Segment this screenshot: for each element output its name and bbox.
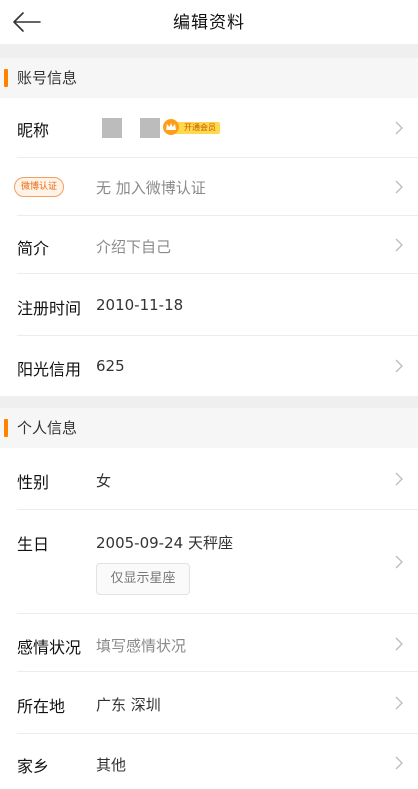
chevron-right-icon [395,637,403,651]
weibo-verify-badge: 微博认证 [14,177,65,197]
hometown-label: 家乡 [17,757,50,776]
bio-label: 简介 [17,239,50,258]
chevron-right-icon [395,180,403,194]
birthday-value: 2005-09-24 天秤座 [96,534,233,552]
section-accent-bar [4,419,8,437]
gender-value: 女 [96,472,112,490]
section-header-personal: 个人信息 [0,408,418,448]
verification-row[interactable]: 微博认证 无 加入微博认证 [0,158,418,216]
gender-label: 性别 [17,473,50,492]
bio-row[interactable]: 简介 介绍下自己 [0,216,418,274]
nickname-redacted-block [140,118,160,138]
birthday-label: 生日 [17,535,50,554]
birthday-row[interactable]: 生日 2005-09-24 天秤座 [0,510,418,614]
gender-row[interactable]: 性别 女 [0,448,418,510]
section-title-personal: 个人信息 [17,419,78,437]
vip-badge[interactable]: 开通会员 [160,118,220,136]
hometown-row[interactable]: 家乡 其他 [0,734,418,789]
separator-band [0,396,418,408]
verification-value: 无 加入微博认证 [96,179,206,197]
chevron-right-icon [395,359,403,373]
location-label: 所在地 [17,697,66,716]
location-row[interactable]: 所在地 广东 深圳 [0,672,418,734]
page-title: 编辑资料 [173,13,245,33]
section-title-account: 账号信息 [17,69,78,87]
top-bar: 编辑资料 [0,0,418,44]
chevron-right-icon [395,121,403,135]
hometown-value: 其他 [96,756,127,774]
relationship-placeholder: 填写感情状况 [96,637,187,655]
sunshine-credit-label: 阳光信用 [17,360,82,379]
register-time-label: 注册时间 [17,299,82,318]
section-accent-bar [4,69,8,87]
chevron-right-icon [395,472,403,486]
nickname-redacted-block [102,118,122,138]
vip-label: 开通会员 [184,123,216,132]
nickname-label: 昵称 [17,121,50,140]
chevron-right-icon [395,756,403,770]
sunshine-credit-row[interactable]: 阳光信用 625 [0,336,418,396]
show-constellation-only-button[interactable]: 仅显示星座 [96,563,190,595]
crown-icon [163,119,179,135]
register-time-row: 注册时间 2010-11-18 [0,274,418,336]
relationship-row[interactable]: 感情状况 填写感情状况 [0,614,418,672]
chevron-right-icon [395,238,403,252]
relationship-label: 感情状况 [17,638,82,657]
register-time-value: 2010-11-18 [96,296,184,314]
chevron-right-icon [395,696,403,710]
bio-placeholder: 介绍下自己 [96,238,172,256]
nickname-row[interactable]: 昵称 开通会员 [0,98,418,158]
separator-band [0,44,418,58]
location-value: 广东 深圳 [96,696,161,714]
sunshine-credit-value: 625 [96,357,125,375]
section-header-account: 账号信息 [0,58,418,98]
chevron-right-icon [395,555,403,569]
